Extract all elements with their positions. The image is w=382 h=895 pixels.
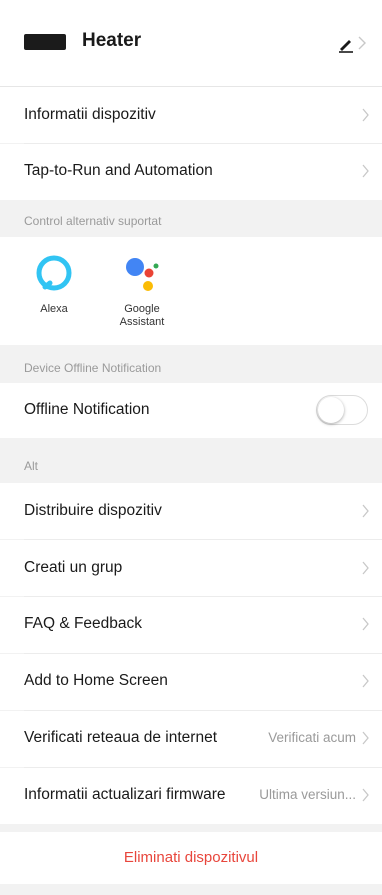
device-header: Heater [0,0,382,87]
chevron-right-icon[interactable] [357,36,367,50]
row-label: Distribuire dispozitiv [24,502,162,519]
assistant-name: Google Assistant [119,303,165,328]
row-device-info[interactable]: Informatii dispozitiv [0,87,382,143]
device-thumbnail [24,34,66,50]
row-label: Tap-to-Run and Automation [24,162,213,179]
assistant-alexa[interactable]: Alexa [14,255,94,316]
row-offline-notification: Offline Notification [0,383,382,438]
section-title: Control alternativ suportat [24,214,162,228]
row-create-group[interactable]: Creati un grup [0,540,382,596]
row-add-home-screen[interactable]: Add to Home Screen [0,654,382,710]
row-label: Informatii actualizari firmware [24,786,226,803]
assistant-name: Alexa [40,303,68,315]
section-header-other: Alt [0,438,382,483]
section-header-offline: Device Offline Notification [0,345,382,383]
section-title: Device Offline Notification [24,361,162,375]
row-label: Verificati reteaua de internet [24,729,218,746]
chevron-right-icon [362,617,369,631]
row-tap-to-run[interactable]: Tap-to-Run and Automation [0,144,382,200]
remove-device-label: Eliminati dispozitivul [123,849,259,866]
toggle-knob [318,397,344,423]
offline-notification-toggle[interactable] [316,395,368,425]
chevron-right-icon [362,788,369,802]
row-firmware-info[interactable]: Informatii actualizari firmware Ultima v… [0,768,382,824]
row-faq-feedback[interactable]: FAQ & Feedback [0,597,382,653]
device-settings-screen: Heater Informatii dispozitiv Tap-to-Run … [0,0,382,895]
edit-pencil-icon[interactable] [336,34,356,54]
row-share-device[interactable]: Distribuire dispozitiv [0,483,382,539]
section-header-control: Control alternativ suportat [0,200,382,237]
alexa-icon [36,255,72,291]
assistant-google[interactable]: Google Assistant [102,255,182,329]
chevron-right-icon [362,731,369,745]
section-title: Alt [24,459,39,473]
chevron-right-icon [362,674,369,688]
row-label: Add to Home Screen [24,672,168,689]
row-check-network[interactable]: Verificati reteaua de internet Verificat… [0,711,382,767]
device-name: Heater [82,30,142,51]
row-label: Informatii dispozitiv [24,106,156,123]
assistant-list: Alexa Google Assistant [0,237,382,345]
row-value: Verificati acum [268,730,356,745]
row-label: Creati un grup [24,559,123,576]
chevron-right-icon [362,108,369,122]
row-value: Ultima versiun... [259,787,356,802]
remove-device-button[interactable]: Eliminati dispozitivul [0,832,382,884]
chevron-right-icon [362,504,369,518]
chevron-right-icon [362,561,369,575]
row-label: FAQ & Feedback [24,615,143,632]
row-label: Offline Notification [24,401,150,418]
google-assistant-icon [126,258,159,291]
chevron-right-icon [362,164,369,178]
